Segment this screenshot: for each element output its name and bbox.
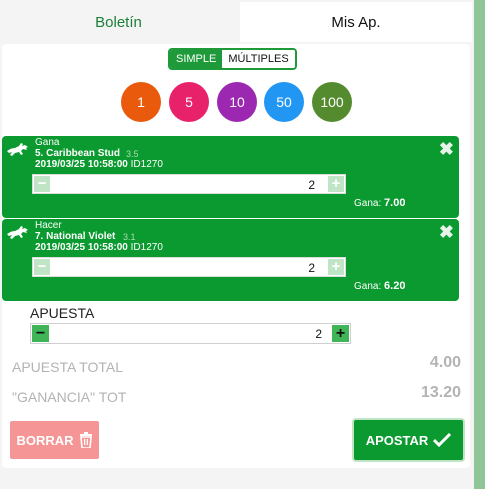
stake-label: APUESTA <box>30 305 95 321</box>
tab-boletin[interactable]: Boletín <box>0 2 237 42</box>
clear-button[interactable]: BORRAR <box>10 421 99 459</box>
stake-increment-button[interactable]: + <box>332 325 349 342</box>
increment-button[interactable]: + <box>328 176 344 192</box>
race-id: ID1270 <box>130 159 163 170</box>
stake-input[interactable]: 2 <box>315 327 322 341</box>
decrement-button[interactable]: − <box>34 176 50 192</box>
clear-button-label: BORRAR <box>16 432 74 448</box>
runner-odds: 3.5 <box>126 149 139 159</box>
tab-mis-ap[interactable]: Mis Ap. <box>240 2 472 42</box>
bet-type: Hacer <box>35 220 62 231</box>
horse-racing-icon <box>7 226 28 239</box>
total-gain-label: "GANANCIA" TOT <box>12 389 127 405</box>
potential-win: Gana: 7.00 <box>354 197 405 209</box>
bet-mode-toggle: SIMPLE MÚLTIPLES <box>168 48 297 70</box>
stake-stepper: − 2 + <box>30 323 351 344</box>
total-stake-value: 4.00 <box>429 354 461 371</box>
win-label: Gana: <box>354 198 382 209</box>
close-icon[interactable]: ✖ <box>439 223 454 241</box>
chip-1[interactable]: 1 <box>121 82 161 122</box>
bet-card: Hacer 7. National Violet 3.1 2019/03/25 … <box>2 219 459 301</box>
increment-button[interactable]: + <box>328 259 344 275</box>
race-info: 2019/03/25 10:58:00 ID1270 <box>35 159 163 170</box>
runner-name: 7. National Violet <box>35 231 116 242</box>
betslip-tabs: Boletín Mis Ap. <box>0 0 474 44</box>
check-icon <box>433 433 452 447</box>
total-stake-label: APUESTA TOTAL <box>12 359 124 375</box>
potential-win: Gana: 6.20 <box>354 280 405 292</box>
trash-icon <box>79 432 92 448</box>
bet-type: Gana <box>35 137 60 148</box>
win-value: 6.20 <box>384 280 406 292</box>
win-value: 7.00 <box>384 197 406 209</box>
race-info: 2019/03/25 10:58:00 ID1270 <box>35 242 163 253</box>
bet-stake-stepper: − 2 + <box>32 257 346 277</box>
place-bet-label: APOSTAR <box>365 432 429 448</box>
total-gain-value: 13.20 <box>420 384 461 401</box>
race-id: ID1270 <box>130 242 163 253</box>
mode-simple-button[interactable]: SIMPLE <box>170 50 223 68</box>
race-datetime: 2019/03/25 10:58:00 <box>35 159 128 170</box>
chip-10[interactable]: 10 <box>217 82 257 122</box>
win-label: Gana: <box>354 281 382 292</box>
race-datetime: 2019/03/25 10:58:00 <box>35 242 128 253</box>
runner-name: 5. Caribbean Stud <box>35 148 121 159</box>
chip-100[interactable]: 100 <box>312 82 352 122</box>
decrement-button[interactable]: − <box>34 259 50 275</box>
runner-odds: 3.1 <box>123 232 136 242</box>
bet-stake-stepper: − 2 + <box>32 174 346 194</box>
mode-multiples-button[interactable]: MÚLTIPLES <box>222 50 295 68</box>
chip-50[interactable]: 50 <box>264 82 304 122</box>
place-bet-button[interactable]: APOSTAR <box>354 420 463 460</box>
horse-racing-icon <box>7 143 28 156</box>
close-icon[interactable]: ✖ <box>439 140 454 158</box>
bet-stake-input[interactable]: 2 <box>308 261 315 275</box>
bet-card: Gana 5. Caribbean Stud 3.5 2019/03/25 10… <box>2 136 459 218</box>
stake-decrement-button[interactable]: − <box>32 325 49 342</box>
chip-5[interactable]: 5 <box>169 82 209 122</box>
bet-stake-input[interactable]: 2 <box>308 178 315 192</box>
right-scroll-strip <box>474 0 485 489</box>
